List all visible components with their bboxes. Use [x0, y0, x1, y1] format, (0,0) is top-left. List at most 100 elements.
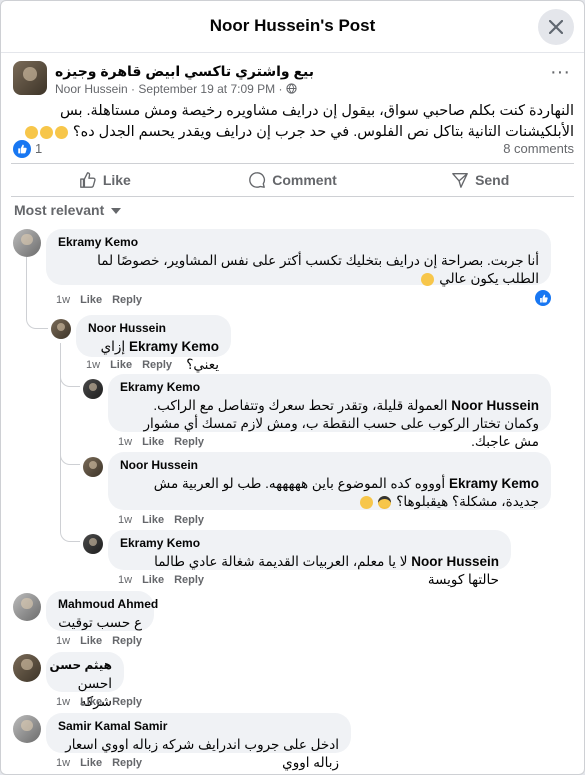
comment-body: أنا جربت. بصراحة إن درايف بتخليك تكسب أك…: [97, 253, 539, 286]
post-dialog: Noor Hussein's Post بيع واشتري تاكسي ابي…: [0, 0, 585, 775]
commenter-name[interactable]: Samir Kamal Samir: [58, 719, 339, 733]
close-icon: [549, 20, 563, 34]
dialog-header: Noor Hussein's Post: [1, 1, 584, 53]
comment-time[interactable]: 1w: [56, 757, 70, 769]
comment-time[interactable]: 1w: [118, 436, 132, 448]
avatar[interactable]: [13, 593, 41, 621]
commenter-name[interactable]: Ekramy Kemo: [120, 380, 539, 394]
comment-bubble: Ekramy Kemo Noor Hussein لا يا معلم، الع…: [108, 530, 511, 587]
comment-button-label: Comment: [272, 172, 337, 188]
mention[interactable]: Noor Hussein: [451, 398, 539, 413]
thread-connector: [60, 526, 80, 542]
comment-actions: 1w Like Reply: [118, 514, 214, 526]
avatar[interactable]: [83, 534, 103, 554]
comment-reply-link[interactable]: Reply: [112, 696, 142, 708]
comment-bubble: Ekramy Kemo Noor Hussein العمولة قليلة، …: [108, 374, 551, 449]
comment-like-reaction-icon[interactable]: [535, 290, 551, 306]
comment-count[interactable]: 8 comments: [503, 141, 574, 156]
comment-time[interactable]: 1w: [56, 635, 70, 647]
globe-icon: [286, 83, 297, 94]
comment-bubble-icon: [249, 172, 266, 188]
avatar[interactable]: [83, 379, 103, 399]
commenter-name[interactable]: Ekramy Kemo: [120, 536, 499, 550]
post-timestamp[interactable]: September 19 at 7:09 PM: [138, 82, 275, 96]
grinning-face-icon: [421, 272, 435, 286]
sort-label: Most relevant: [14, 202, 105, 218]
comment-bubble: هيثم حسن احسن شركه: [46, 652, 124, 709]
avatar[interactable]: [13, 229, 41, 257]
comment-bubble: Noor Hussein Ekramy Kemo أوووه كده الموض…: [108, 452, 551, 510]
comment-reply-link[interactable]: Reply: [112, 294, 142, 306]
send-button[interactable]: Send: [386, 164, 574, 196]
commenter-name[interactable]: Mahmoud Ahmed: [58, 597, 158, 611]
comment-like-link[interactable]: Like: [80, 696, 102, 708]
post-emojis: [24, 124, 69, 140]
post-stats: 1 8 comments: [13, 139, 574, 159]
like-button[interactable]: Like: [11, 164, 199, 196]
comment-time[interactable]: 1w: [86, 359, 100, 371]
commenter-name[interactable]: Noor Hussein: [88, 321, 219, 335]
comment-like-link[interactable]: Like: [80, 635, 102, 647]
comment-text: ع حسب توقيت: [58, 615, 142, 630]
comment-text: Ekramy Kemo أوووه كده الموضوع باين ههههه…: [120, 475, 539, 511]
comment-like-link[interactable]: Like: [142, 574, 164, 586]
comment-bubble: Samir Kamal Samir ادخل على جروب اندرايف …: [46, 713, 351, 770]
comment-actions: 1w Like Reply: [56, 635, 152, 647]
like-button-label: Like: [102, 172, 131, 188]
comment-like-link[interactable]: Like: [80, 294, 102, 306]
comment-time[interactable]: 1w: [118, 574, 132, 586]
comment-reply-link[interactable]: Reply: [112, 757, 142, 769]
comment-time[interactable]: 1w: [56, 294, 70, 306]
comment-time[interactable]: 1w: [56, 696, 70, 708]
post-actions: Like Comment Send: [11, 163, 574, 197]
avatar[interactable]: [83, 457, 103, 477]
comment-actions: 1w Like Reply: [118, 436, 214, 448]
comment-reply-link[interactable]: Reply: [174, 436, 204, 448]
mention[interactable]: Noor Hussein: [411, 554, 499, 569]
send-icon: [452, 173, 468, 188]
avatar[interactable]: [13, 715, 41, 743]
comment-reply-link[interactable]: Reply: [112, 635, 142, 647]
post-text: النهاردة كنت بكلم صاحبي سواق، بيقول إن د…: [59, 103, 574, 140]
comment-like-link[interactable]: Like: [110, 359, 132, 371]
comment-like-link[interactable]: Like: [142, 514, 164, 526]
comment-reply-link[interactable]: Reply: [174, 574, 204, 586]
author-name[interactable]: Noor Hussein: [55, 82, 128, 96]
group-avatar[interactable]: [13, 61, 47, 95]
comment-bubble: Ekramy Kemo أنا جربت. بصراحة إن درايف بت…: [46, 229, 551, 288]
thread-connector: [60, 371, 80, 387]
group-name[interactable]: بيع واشتري تاكسي ابيض قاهرة وجيزه: [55, 63, 314, 80]
comment-button[interactable]: Comment: [199, 164, 387, 196]
post-author-row: بيع واشتري تاكسي ابيض قاهرة وجيزه Noor H…: [13, 61, 574, 101]
avatar[interactable]: [51, 319, 71, 339]
comment-bubble: Noor Hussein Ekramy Kemo إزاي يعني؟: [76, 315, 231, 372]
meta-separator: ·: [278, 82, 283, 96]
slightly-smiling-face-icon: [39, 125, 53, 139]
comment-like-link[interactable]: Like: [80, 757, 102, 769]
reaction-count[interactable]: 1: [35, 141, 42, 156]
slightly-smiling-face-icon: [24, 125, 38, 139]
comment-actions: 1w Like Reply: [118, 574, 214, 586]
close-button[interactable]: [538, 9, 574, 45]
comment-actions: 1w Like Reply: [86, 359, 182, 371]
comment-sort-dropdown[interactable]: Most relevant: [14, 202, 122, 218]
comment-reply-link[interactable]: Reply: [142, 359, 172, 371]
ellipsis-icon: ···: [550, 61, 570, 83]
comment-time[interactable]: 1w: [118, 514, 132, 526]
comment-actions: 1w Like Reply: [56, 757, 152, 769]
grimacing-face-icon: [359, 495, 373, 509]
comment-reply-link[interactable]: Reply: [174, 514, 204, 526]
like-reaction-icon[interactable]: [13, 140, 31, 158]
send-button-label: Send: [475, 172, 510, 188]
more-options-button[interactable]: ···: [546, 62, 574, 87]
post-body: النهاردة كنت بكلم صاحبي سواق، بيقول إن د…: [13, 101, 574, 143]
avatar[interactable]: [13, 654, 41, 682]
mention[interactable]: Ekramy Kemo: [129, 339, 219, 354]
dialog-title: Noor Hussein's Post: [209, 16, 376, 35]
commenter-name[interactable]: هيثم حسن: [49, 658, 112, 672]
commenter-name[interactable]: Noor Hussein: [120, 458, 539, 472]
comment-like-link[interactable]: Like: [142, 436, 164, 448]
mention[interactable]: Ekramy Kemo: [449, 476, 539, 491]
comment-text: أنا جربت. بصراحة إن درايف بتخليك تكسب أك…: [58, 252, 539, 288]
commenter-name[interactable]: Ekramy Kemo: [58, 235, 539, 249]
